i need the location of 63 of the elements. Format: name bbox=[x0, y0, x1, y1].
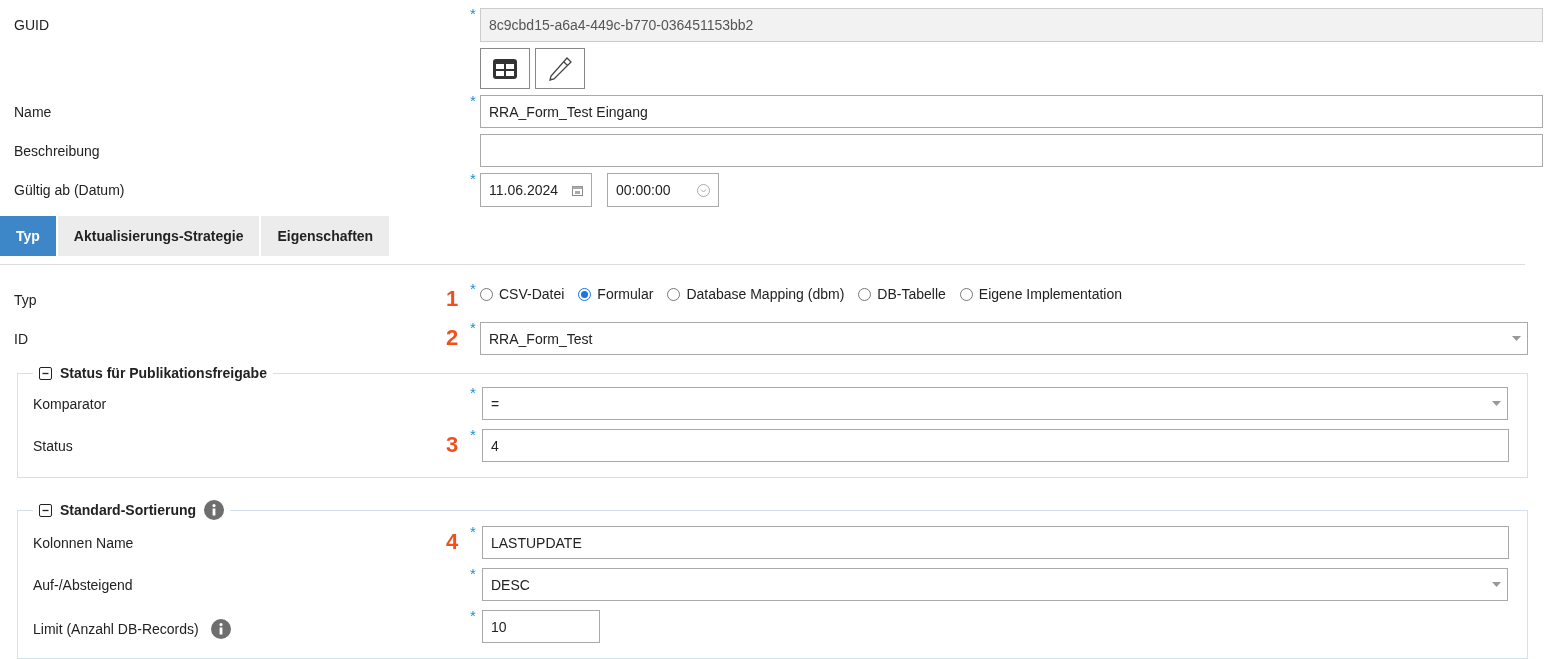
input-field[interactable]: 4 bbox=[482, 429, 1509, 462]
guid-field: 8c9cbd15-a6a4-449c-b770-036451153bb2 bbox=[480, 8, 1543, 42]
collapse-icon[interactable] bbox=[39, 366, 52, 380]
field-label: Komparator bbox=[33, 396, 107, 412]
dropdown-arrow-icon bbox=[1492, 582, 1501, 587]
radio-button[interactable] bbox=[858, 287, 872, 301]
radio-option[interactable]: Database Mapping (dbm) bbox=[667, 286, 845, 302]
field-label: Auf-/Absteigend bbox=[33, 577, 133, 593]
dropdown-field[interactable]: RRA_Form_Test bbox=[480, 322, 1528, 355]
annotation-number: 4 bbox=[445, 529, 459, 554]
input-field[interactable] bbox=[480, 134, 1543, 167]
tab[interactable]: Typ bbox=[0, 216, 56, 256]
field-label: Beschreibung bbox=[14, 143, 100, 159]
annotation-number: 2 bbox=[445, 325, 459, 350]
field-label: Limit (Anzahl DB-Records) bbox=[33, 621, 199, 637]
input-field[interactable]: 10 bbox=[482, 610, 600, 643]
field-label: Name bbox=[14, 104, 52, 120]
annotation-number: 1 bbox=[445, 286, 459, 311]
field-label: Gültig ab (Datum) bbox=[14, 182, 125, 198]
required-asterisk: * bbox=[470, 384, 476, 401]
input-field[interactable]: LASTUPDATE bbox=[482, 526, 1509, 559]
radio-option[interactable]: Formular bbox=[578, 286, 654, 302]
info-icon[interactable] bbox=[210, 619, 231, 639]
date-field[interactable]: 11.06.2024 bbox=[480, 173, 592, 207]
required-asterisk: * bbox=[470, 426, 476, 443]
required-asterisk: * bbox=[470, 92, 476, 109]
edit-button[interactable] bbox=[535, 48, 585, 89]
radio-option[interactable]: CSV-Datei bbox=[480, 286, 565, 302]
annotation-number: 3 bbox=[445, 432, 459, 457]
calendar-icon[interactable] bbox=[572, 184, 583, 196]
required-asterisk: * bbox=[470, 5, 476, 22]
radio-button[interactable] bbox=[578, 287, 592, 301]
required-asterisk: * bbox=[470, 607, 476, 624]
field-label: Status bbox=[33, 438, 73, 454]
required-asterisk: * bbox=[470, 523, 476, 540]
tab[interactable]: Eigenschaften bbox=[261, 216, 390, 256]
required-asterisk: * bbox=[470, 565, 476, 582]
radio-button[interactable] bbox=[959, 287, 973, 301]
dropdown-arrow-icon bbox=[1492, 401, 1501, 406]
required-asterisk: * bbox=[470, 319, 476, 336]
pencil-icon bbox=[548, 56, 572, 81]
tab[interactable]: Aktualisierungs-Strategie bbox=[57, 216, 260, 256]
radio-button[interactable] bbox=[667, 287, 681, 301]
section-title: Standard-Sortierung bbox=[60, 502, 197, 518]
field-label: Typ bbox=[14, 292, 37, 308]
table-icon bbox=[493, 58, 517, 79]
info-icon[interactable] bbox=[204, 500, 225, 520]
table-button[interactable] bbox=[480, 48, 530, 89]
radio-button[interactable] bbox=[480, 287, 493, 301]
required-asterisk: * bbox=[470, 170, 476, 187]
field-label: Kolonnen Name bbox=[33, 535, 134, 551]
required-asterisk: * bbox=[470, 280, 476, 297]
input-field[interactable]: RRA_Form_Test Eingang bbox=[480, 95, 1543, 128]
dropdown-field[interactable]: = bbox=[482, 387, 1508, 420]
radio-option[interactable]: DB-Tabelle bbox=[858, 286, 946, 302]
section-title: Status für Publikationsfreigabe bbox=[60, 365, 267, 381]
time-field[interactable]: 00:00:00 bbox=[607, 173, 719, 207]
field-label: GUID bbox=[14, 17, 49, 33]
collapse-icon[interactable] bbox=[39, 503, 52, 517]
dropdown-arrow-icon bbox=[1512, 336, 1521, 341]
dropdown-field[interactable]: DESC bbox=[482, 568, 1508, 601]
field-label: ID bbox=[14, 331, 28, 347]
radio-option[interactable]: Eigene Implementation bbox=[959, 286, 1123, 302]
